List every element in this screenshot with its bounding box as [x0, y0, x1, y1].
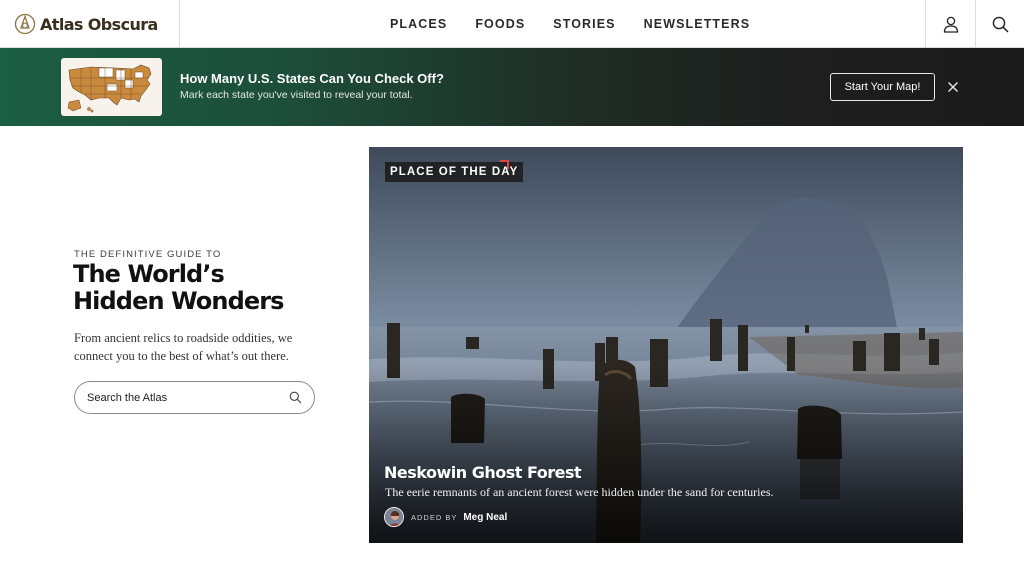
us-states-map-thumbnail [61, 58, 162, 116]
hero-description: From ancient relics to roadside oddities… [74, 331, 293, 363]
place-title[interactable]: Neskowin Ghost Forest [384, 463, 582, 482]
author-avatar [384, 507, 404, 527]
nav-places[interactable]: PLACES [390, 17, 447, 31]
main-nav: PLACES FOODS STORIES NEWSLETTERS [390, 0, 750, 48]
banner-subtitle: Mark each state you've visited to reveal… [180, 89, 413, 101]
header-search-button[interactable] [975, 0, 1024, 48]
place-of-the-day-card[interactable]: PLACE OF THE DAY Neskowin Ghost Forest T… [369, 147, 963, 543]
nav-foods[interactable]: FOODS [475, 17, 525, 31]
place-author: ADDED BY Meg Neal [384, 507, 507, 527]
nav-newsletters[interactable]: NEWSLETTERS [644, 17, 751, 31]
us-map-illustration [67, 64, 152, 113]
search-icon[interactable] [289, 391, 302, 404]
atlas-search-input[interactable] [87, 391, 289, 404]
hero-eyebrow: THE DEFINITIVE GUIDE TO [74, 249, 222, 260]
added-by-label: ADDED BY [411, 512, 458, 522]
hero-title-line-2: Hidden Wonders [73, 287, 284, 315]
banner-title: How Many U.S. States Can You Check Off? [180, 71, 444, 86]
badge-corner-accent [500, 160, 509, 169]
place-subtitle: The eerie remnants of an ancient forest … [385, 485, 774, 499]
account-button[interactable] [925, 0, 975, 48]
brand-name: Atlas Obscura [40, 14, 158, 34]
hero-title-line-1: The World’s [73, 260, 225, 288]
user-icon [943, 16, 958, 33]
atlas-search-box [74, 381, 315, 414]
author-name[interactable]: Meg Neal [463, 512, 507, 523]
start-your-map-button[interactable]: Start Your Map! [830, 73, 935, 101]
search-icon [992, 16, 1009, 33]
hero-title: The World’s Hidden Wonders [73, 261, 353, 315]
brand-logo[interactable]: Atlas Obscura [0, 0, 180, 48]
close-icon[interactable] [945, 79, 961, 95]
compass-logo-icon [14, 13, 36, 35]
nav-stories[interactable]: STORIES [553, 17, 615, 31]
site-header: Atlas Obscura PLACES FOODS STORIES NEWSL… [0, 0, 1024, 48]
author-avatar-image [385, 508, 403, 526]
ghost-forest-photo [369, 147, 963, 543]
